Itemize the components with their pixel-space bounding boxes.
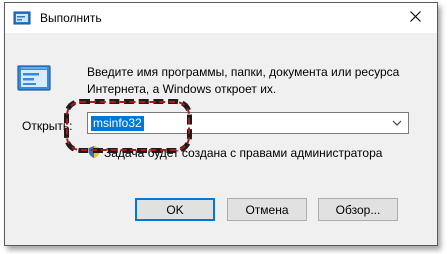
description-text: Введите имя программы, папки, документа … <box>87 64 427 98</box>
run-icon <box>17 63 53 95</box>
admin-note-text: Задача будет создана с правами администр… <box>104 146 383 160</box>
description-line: Интернета, а Windows откроет их. <box>87 82 277 96</box>
admin-note: Задача будет создана с правами администр… <box>87 145 382 160</box>
browse-button[interactable]: Обзор... <box>318 198 398 221</box>
run-icon <box>13 9 31 27</box>
cancel-button[interactable]: Отмена <box>227 198 307 221</box>
open-input-value[interactable]: msinfo32 <box>91 116 144 131</box>
window-title: Выполнить <box>40 11 102 25</box>
description-line: Введите имя программы, папки, документа … <box>87 65 400 79</box>
open-label: Открыть: <box>22 119 73 133</box>
run-dialog: Выполнить Введите имя программы, папки, … <box>4 2 438 246</box>
chevron-down-icon[interactable] <box>390 116 404 130</box>
shield-icon <box>87 145 101 159</box>
ok-button[interactable]: OK <box>135 198 215 221</box>
close-button[interactable] <box>393 3 437 33</box>
close-icon <box>409 11 421 25</box>
title-bar: Выполнить <box>5 3 437 33</box>
open-combobox[interactable]: msinfo32 <box>87 112 409 134</box>
